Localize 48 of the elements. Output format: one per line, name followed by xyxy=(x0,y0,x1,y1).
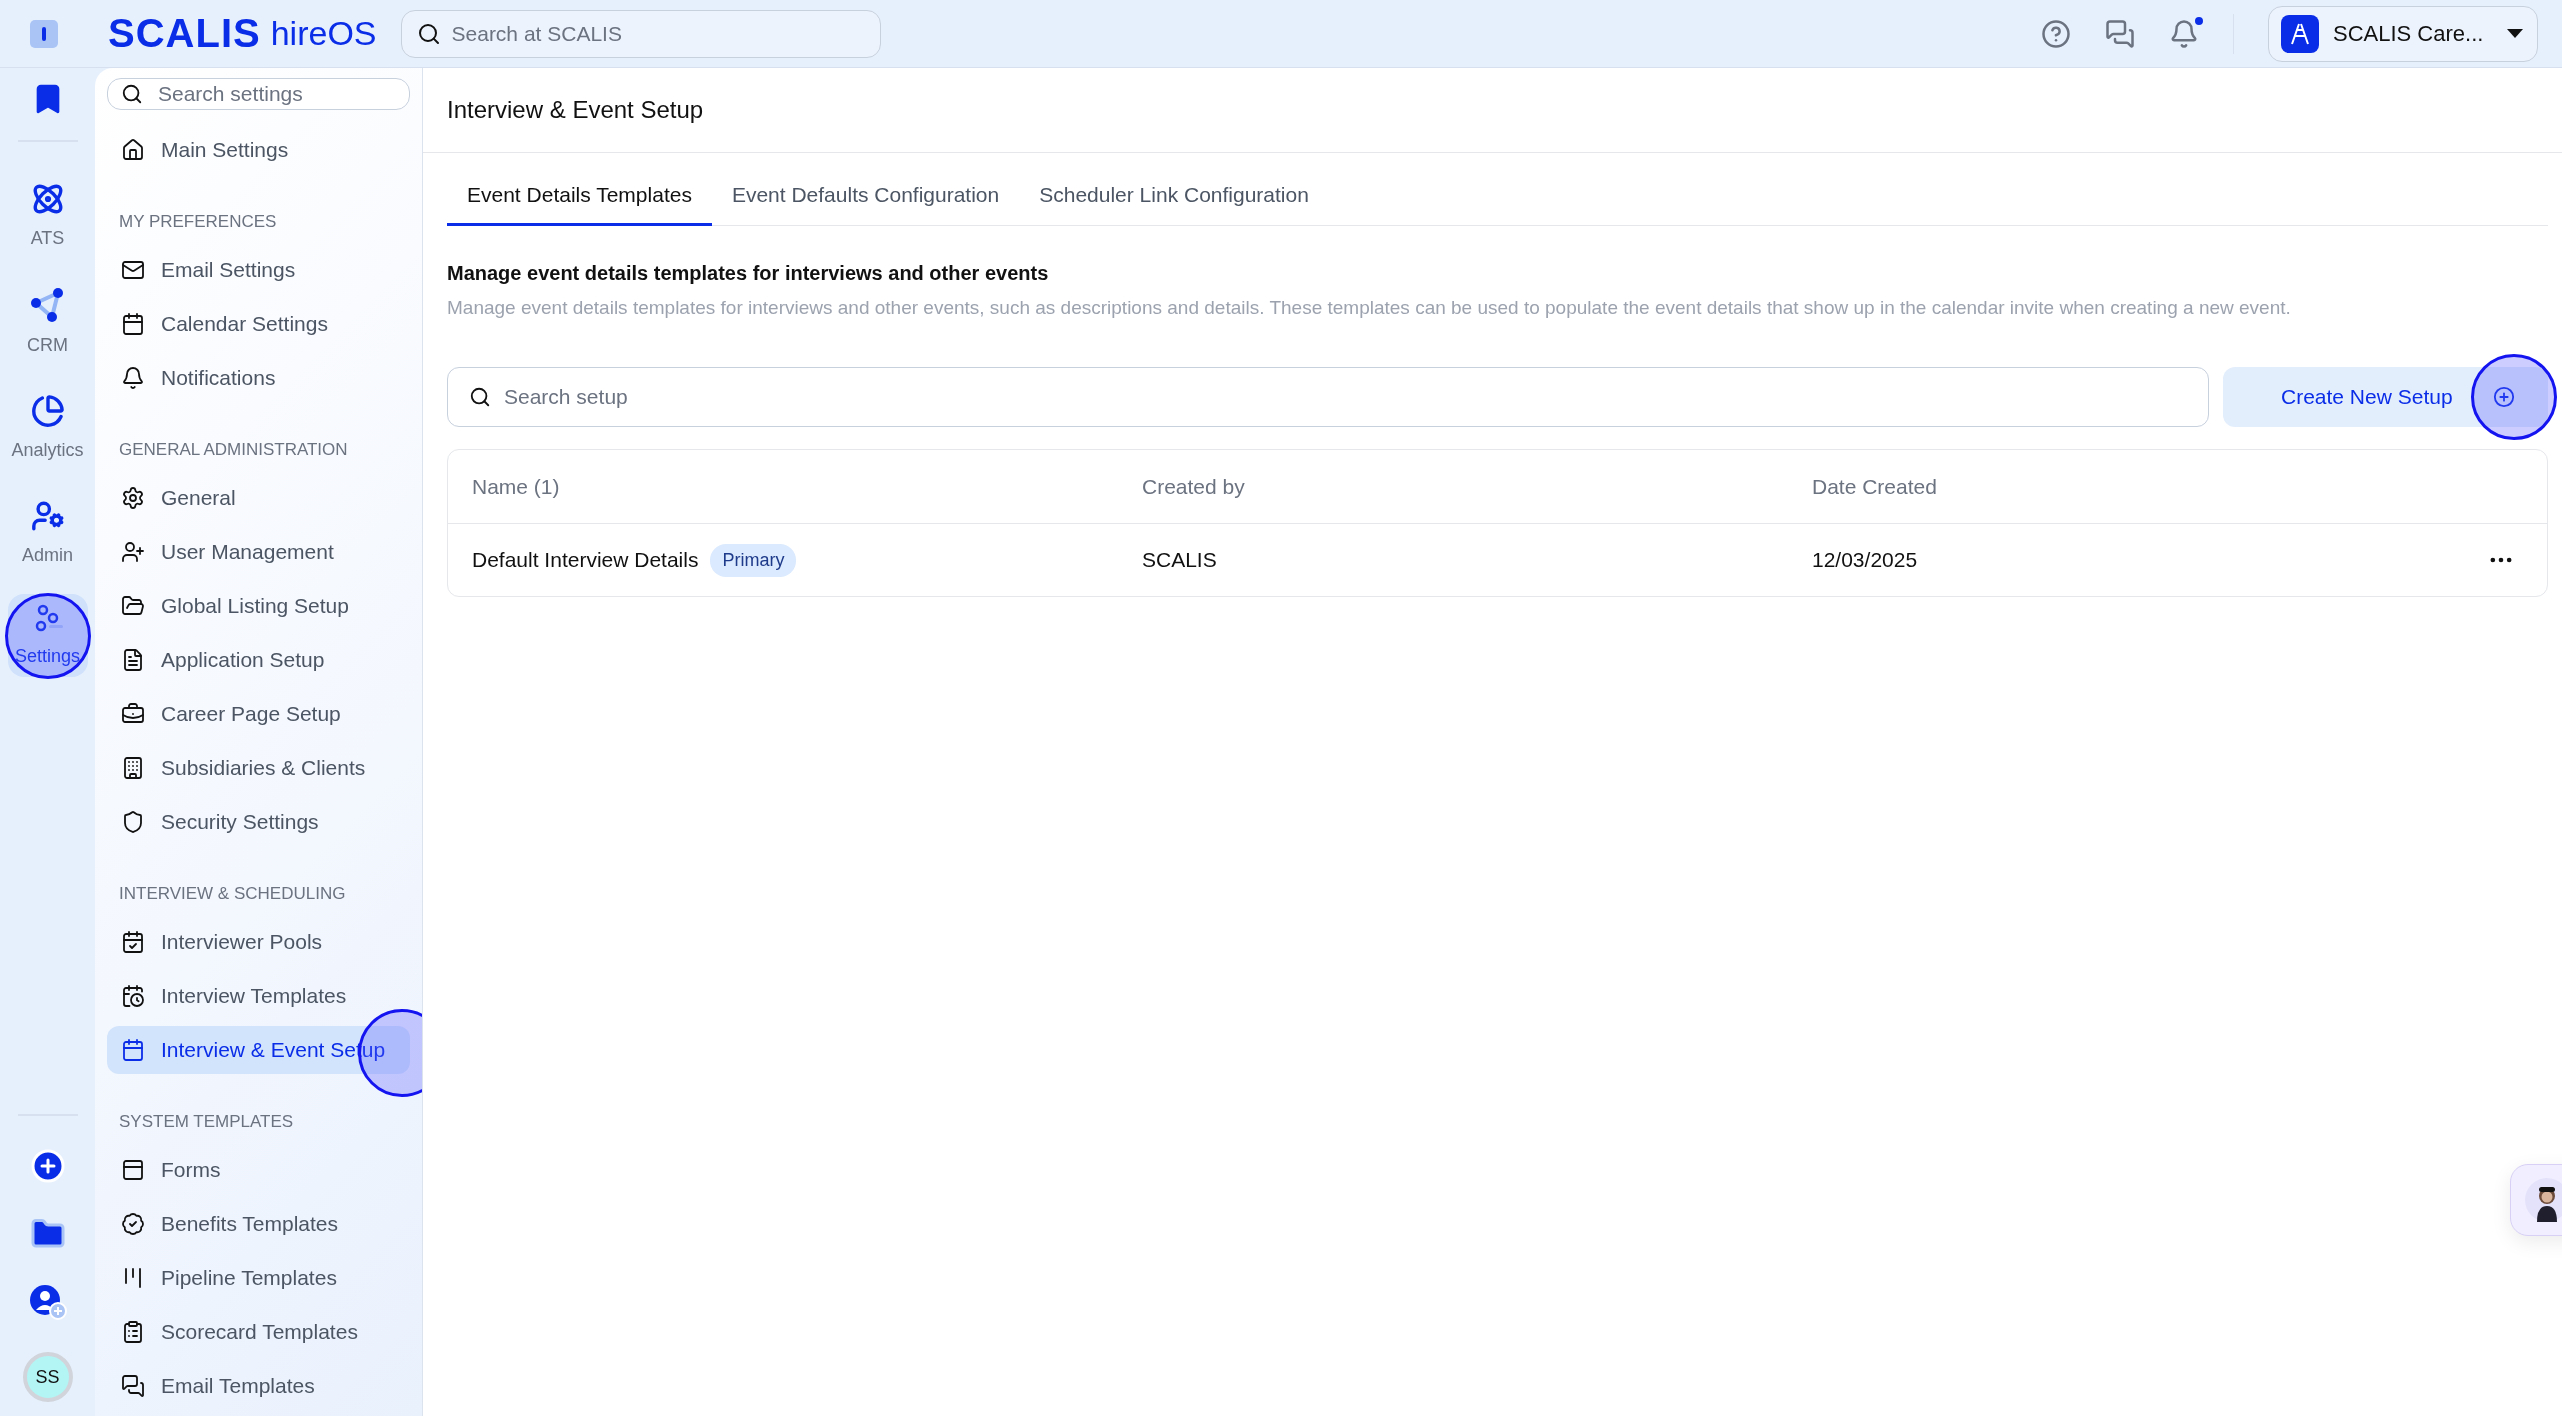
brand-logo: SCALIS xyxy=(108,11,261,56)
sidebar-item[interactable]: General xyxy=(107,474,410,522)
section-heading: SYSTEM TEMPLATES xyxy=(118,1111,295,1133)
section-heading: MY PREFERENCES xyxy=(118,211,278,233)
table-cell: Default Interview Details xyxy=(472,548,699,572)
column-header: Created by xyxy=(1142,474,1246,499)
tab[interactable]: Scheduler Link Configuration xyxy=(1019,165,1329,226)
sidebar-item[interactable]: Subsidiaries & Clients xyxy=(107,744,410,792)
primary-badge: Primary xyxy=(710,543,797,577)
search-field[interactable]: Search setup xyxy=(447,367,2209,427)
sidebar-item[interactable]: Global Listing Setup xyxy=(107,582,410,630)
page-title: Interview & Event Setup xyxy=(423,68,2562,153)
sidebar-item[interactable]: Forms xyxy=(107,1146,410,1194)
search-field[interactable]: Search at SCALIS xyxy=(400,9,881,58)
sidebar-item[interactable]: Notifications xyxy=(107,354,410,402)
section-heading: Manage event details templates for interviews and other events xyxy=(447,262,1050,285)
sidebar-item[interactable]: Application Setup xyxy=(107,636,410,684)
search-field[interactable]: Search settings xyxy=(107,78,410,110)
sidebar-item[interactable]: Benefits Templates xyxy=(107,1200,410,1248)
tab[interactable]: Event Details Templates xyxy=(447,165,712,226)
rail-item[interactable]: CRM xyxy=(7,277,88,366)
sidebar-item[interactable]: Email Settings xyxy=(107,246,410,294)
sidebar-item[interactable]: Interviewer Pools xyxy=(107,918,410,966)
sidebar-item[interactable]: Career Page Setup xyxy=(107,690,410,738)
column-header: Name (1) xyxy=(472,474,561,499)
sidebar-item[interactable]: Scorecard Templates xyxy=(107,1308,410,1356)
tab[interactable]: Event Defaults Configuration xyxy=(711,165,1020,226)
sidebar-item[interactable]: User Management xyxy=(107,528,410,576)
column-header: Date Created xyxy=(1812,474,1938,499)
sidebar-item[interactable]: Security Settings xyxy=(107,798,410,846)
table-cell-text: 12/03/2025 xyxy=(1812,548,1919,572)
sidebar-item[interactable]: Main Settings xyxy=(107,126,410,174)
rail-item[interactable]: Analytics xyxy=(7,384,88,471)
description: Manage event details templates for interviews and other events, such as descriptions and details. These templates can be used to populate the event details that show up in the calendar invite when creating a new event. xyxy=(447,297,2292,319)
rail-item[interactable]: ATS xyxy=(7,172,88,259)
section-heading: INTERVIEW & SCHEDULING xyxy=(118,883,347,905)
sidebar-item[interactable]: Interview Templates xyxy=(107,972,410,1020)
sidebar-item[interactable]: Pipeline Templates xyxy=(107,1254,410,1302)
rail-item[interactable]: Admin xyxy=(7,489,88,576)
rail-item[interactable]: Settings xyxy=(7,594,88,677)
user-avatar[interactable]: SS xyxy=(22,1352,73,1402)
section-heading: GENERAL ADMINISTRATION xyxy=(118,439,349,461)
account-menu[interactable]: SCALIS Care... xyxy=(2268,5,2538,62)
sidebar-item[interactable]: Email Templates xyxy=(107,1362,410,1410)
create-button[interactable]: Create New Setup xyxy=(2223,367,2548,427)
sidebar-item[interactable]: Calendar Settings xyxy=(107,300,410,348)
table-cell-text: SCALIS xyxy=(1142,548,1218,572)
product-name: hireOS xyxy=(270,14,377,53)
